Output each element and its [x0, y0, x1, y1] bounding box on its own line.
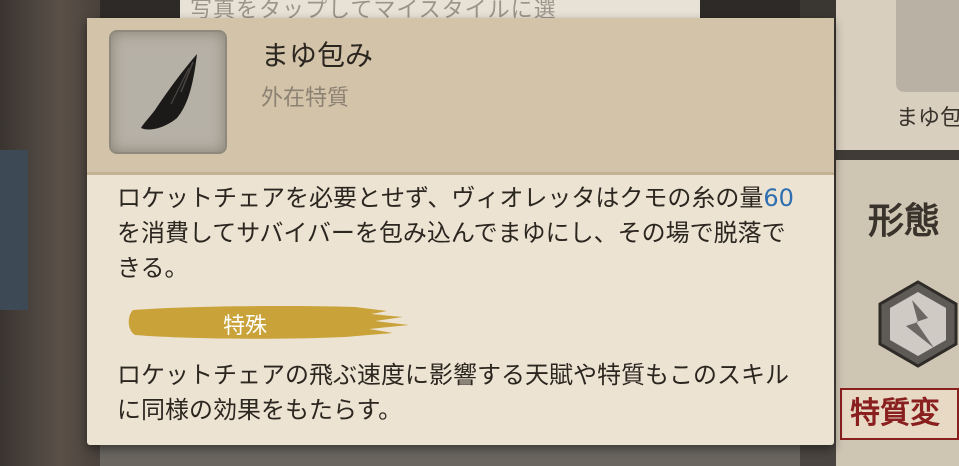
trait-description: ロケットチェアを必要とせず、ヴィオレッタはクモの糸の量60 を消費してサバイバーを… [117, 181, 797, 286]
trait-change-button[interactable]: 特質変 [840, 388, 959, 440]
trait-category: 外在特質 [261, 86, 350, 111]
special-label: 特殊 [223, 314, 268, 339]
trait-tooltip-panel: まゆ包み 外在特質 ロケットチェアを必要とせず、ヴィオレッタはクモの糸の量60 を… [87, 18, 834, 445]
trait-thumbnail-icon[interactable] [896, 0, 959, 92]
trait-name: まゆ包み [261, 39, 374, 72]
background-left-strip [0, 150, 28, 310]
special-banner [128, 306, 409, 339]
form-emblem-icon[interactable] [876, 278, 959, 368]
special-description: ロケットチェアの飛ぶ速度に影響する天賦や特質もこのスキルに同様の効果をもたらす。 [117, 361, 789, 424]
background-right-label: まゆ包 [896, 106, 959, 131]
description-text-pre: ロケットチェアを必要とせず、ヴィオレッタはクモの糸の量 [117, 184, 764, 212]
description-value: 60 [763, 184, 794, 212]
cocoon-blade-icon [141, 54, 197, 130]
header-divider [87, 172, 834, 175]
trait-icon-frame [109, 30, 227, 154]
description-text-post: を消費してサバイバーを包み込んでまゆにし、その場で脱落できる。 [117, 219, 786, 282]
form-label: 形態 [868, 201, 941, 242]
